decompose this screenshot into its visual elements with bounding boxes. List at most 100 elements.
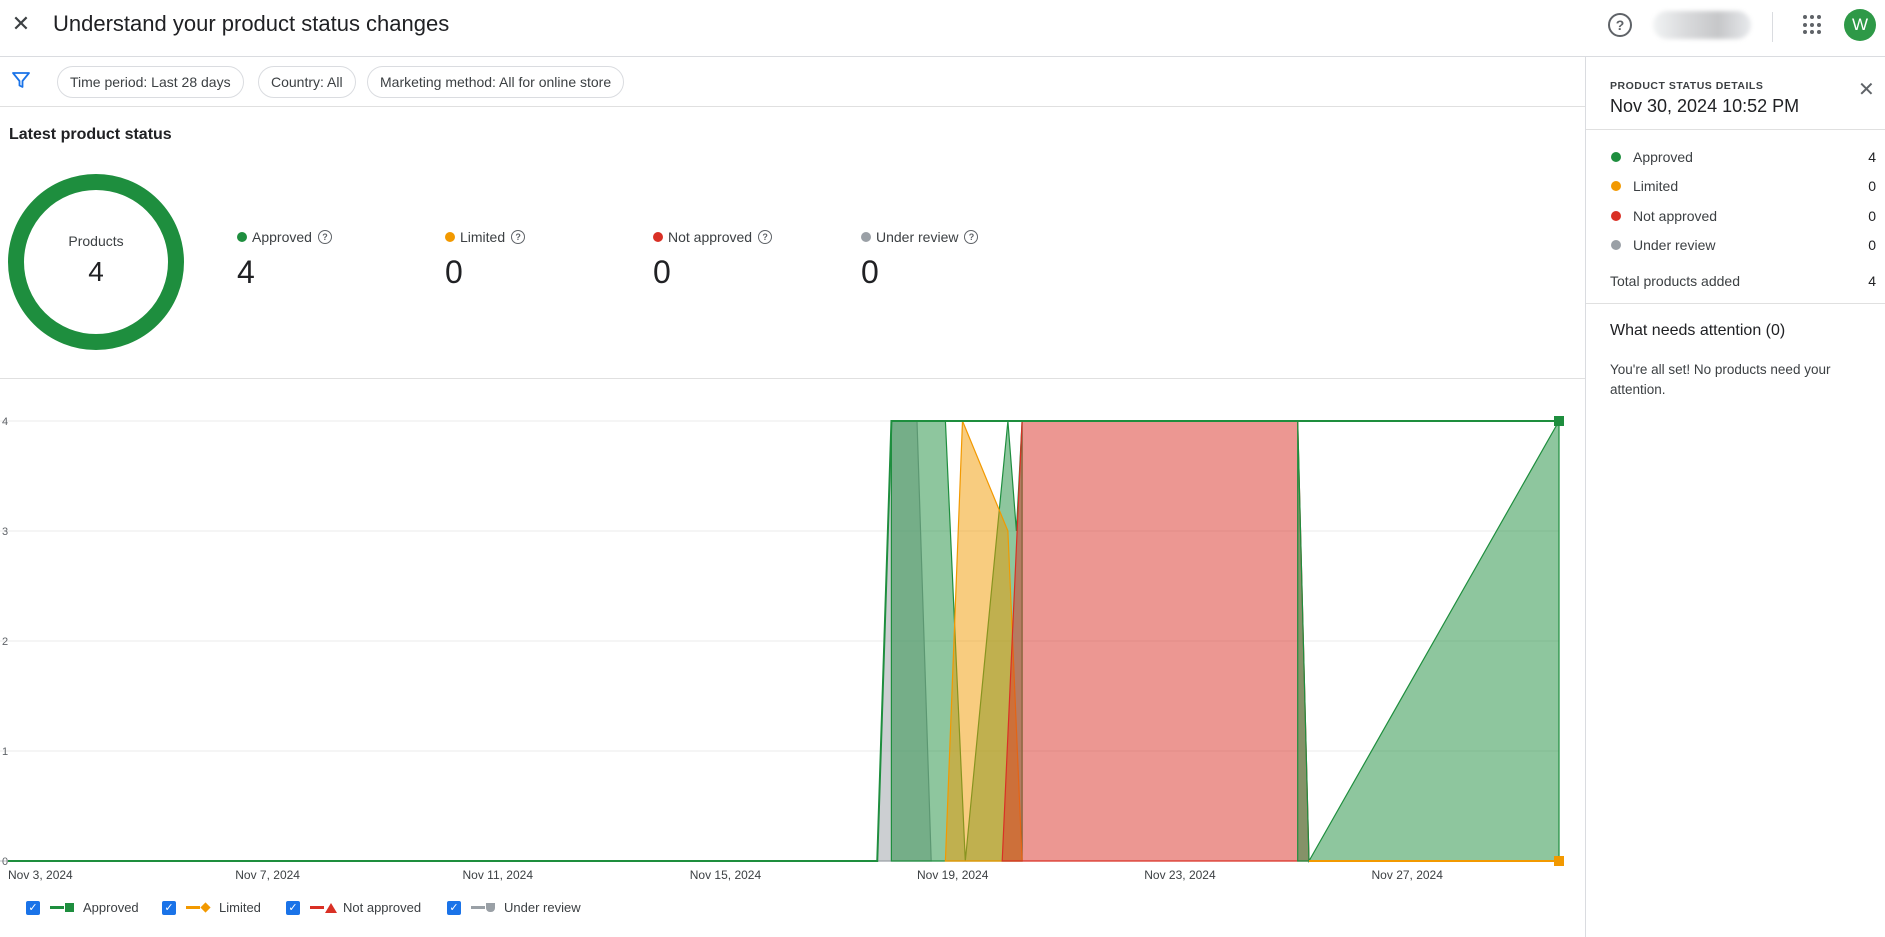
- checkbox-icon[interactable]: ✓: [26, 900, 40, 915]
- under-review-dot: [1611, 240, 1621, 250]
- detail-count: 4: [1868, 149, 1876, 165]
- divider: [1586, 129, 1885, 130]
- x-tick-label: Nov 15, 2024: [690, 868, 762, 882]
- close-icon[interactable]: ✕: [1858, 77, 1875, 102]
- series-area: [1001, 420, 1310, 862]
- apps-grid-icon[interactable]: [1803, 15, 1823, 35]
- not-approved-dot: [1611, 211, 1621, 221]
- panel-date: Nov 30, 2024 10:52 PM: [1610, 96, 1800, 116]
- not-approved-dot: [653, 232, 663, 242]
- legend-line: [50, 906, 64, 909]
- y-tick-label: 3: [2, 526, 8, 538]
- attention-title: What needs attention (0): [1610, 322, 1786, 339]
- detail-count: 0: [1868, 208, 1876, 224]
- divider: [1586, 303, 1885, 304]
- y-tick-label: 1: [2, 746, 8, 758]
- detail-count: 4: [1868, 273, 1876, 289]
- legend-approved[interactable]: ✓ Approved: [26, 900, 139, 915]
- stat-label: Not approved: [668, 229, 753, 245]
- detail-label: Not approved: [1633, 208, 1718, 224]
- chip-marketing-method[interactable]: Marketing method: All for online store: [367, 66, 625, 98]
- legend-line: [310, 906, 324, 909]
- detail-label: Approved: [1633, 149, 1693, 165]
- filter-icon[interactable]: [11, 70, 31, 90]
- detail-label: Under review: [1633, 237, 1716, 253]
- section-title: Latest product status: [9, 126, 172, 143]
- help-icon[interactable]: ?: [758, 230, 773, 244]
- filter-bar: Time period: Last 28 days Country: All M…: [0, 57, 1585, 107]
- detail-row-under-review: Under review 0: [1610, 235, 1876, 255]
- x-tick-label: Nov 7, 2024: [235, 868, 300, 882]
- stat-value: 0: [445, 254, 463, 290]
- help-icon[interactable]: ?: [964, 230, 979, 244]
- x-tick-label: Nov 11, 2024: [463, 868, 534, 882]
- account-switcher[interactable]: [1653, 11, 1751, 39]
- square-marker-icon: [65, 903, 74, 912]
- y-tick-label: 0: [2, 856, 8, 868]
- legend-not-approved[interactable]: ✓ Not approved: [286, 900, 421, 915]
- legend-line: [186, 906, 200, 909]
- page-title: Understand your product status changes: [53, 11, 450, 36]
- donut-value: 4: [88, 256, 104, 287]
- stat-not-approved: Not approved? 0: [653, 228, 773, 291]
- stat-approved: Approved? 4: [237, 228, 332, 291]
- stat-label: Approved: [252, 229, 312, 245]
- stat-value: 0: [861, 254, 879, 290]
- legend-label: Limited: [219, 900, 261, 915]
- help-icon[interactable]: ?: [511, 230, 526, 244]
- close-icon[interactable]: ✕: [9, 12, 33, 36]
- legend-label: Not approved: [343, 900, 422, 915]
- legend-under-review[interactable]: ✓ Under review: [447, 900, 581, 915]
- limited-dot: [1611, 181, 1621, 191]
- detail-count: 0: [1868, 237, 1876, 253]
- detail-row-total: Total products added 4: [1610, 271, 1876, 291]
- help-icon[interactable]: ?: [1608, 13, 1632, 37]
- avatar[interactable]: W: [1844, 9, 1876, 41]
- rounded-marker-icon: [486, 903, 495, 912]
- stat-label: Limited: [460, 229, 506, 245]
- legend-line: [471, 906, 485, 909]
- legend-label: Approved: [83, 900, 139, 915]
- limited-end-marker: [1554, 856, 1564, 866]
- x-tick-label: Nov 3, 2024: [8, 868, 73, 882]
- detail-row-not-approved: Not approved 0: [1610, 206, 1876, 226]
- top-bar: ✕ Understand your product status changes…: [0, 0, 1885, 57]
- under-review-dot: [861, 232, 871, 242]
- help-icon[interactable]: ?: [317, 230, 332, 244]
- status-area-chart[interactable]: 0 1 2 3 4 Nov 3, 2024 Nov 7, 2024 Nov 11, 2024 N…: [0, 400, 1585, 890]
- detail-count: 0: [1868, 178, 1876, 194]
- detail-label: Total products added: [1610, 273, 1740, 289]
- stat-value: 0: [653, 254, 671, 290]
- detail-label: Limited: [1633, 178, 1679, 194]
- approved-end-marker: [1554, 416, 1564, 426]
- chip-country[interactable]: Country: All: [258, 66, 356, 98]
- stat-label: Under review: [876, 229, 959, 245]
- legend-limited[interactable]: ✓ Limited: [162, 900, 261, 915]
- divider: [1772, 12, 1773, 42]
- attention-body: You're all set! No products need your at…: [1610, 362, 1831, 397]
- stat-limited: Limited? 0: [445, 228, 526, 291]
- checkbox-icon[interactable]: ✓: [447, 900, 461, 915]
- checkbox-icon[interactable]: ✓: [162, 900, 176, 915]
- limited-dot: [445, 232, 455, 242]
- donut-label: Products: [68, 233, 124, 249]
- chip-time-period[interactable]: Time period: Last 28 days: [57, 66, 244, 98]
- detail-row-approved: Approved 4: [1610, 147, 1876, 167]
- diamond-marker-icon: [200, 902, 211, 913]
- x-tick-label: Nov 27, 2024: [1372, 868, 1444, 882]
- detail-row-limited: Limited 0: [1610, 176, 1876, 196]
- approved-dot: [237, 232, 247, 242]
- x-tick-label: Nov 23, 2024: [1144, 868, 1216, 882]
- status-details-panel: PRODUCT STATUS DETAILS Nov 30, 2024 10:5…: [1586, 57, 1885, 937]
- triangle-marker-icon: [325, 902, 337, 913]
- y-tick-label: 4: [2, 416, 8, 428]
- checkbox-icon[interactable]: ✓: [286, 900, 300, 915]
- y-tick-label: 2: [2, 636, 8, 648]
- stat-under-review: Under review? 0: [861, 228, 979, 291]
- approved-dot: [1611, 152, 1621, 162]
- x-tick-label: Nov 19, 2024: [917, 868, 989, 882]
- panel-kicker: PRODUCT STATUS DETAILS: [1610, 80, 1764, 92]
- stat-value: 4: [237, 254, 255, 290]
- divider: [0, 378, 1585, 379]
- legend-label: Under review: [504, 900, 581, 915]
